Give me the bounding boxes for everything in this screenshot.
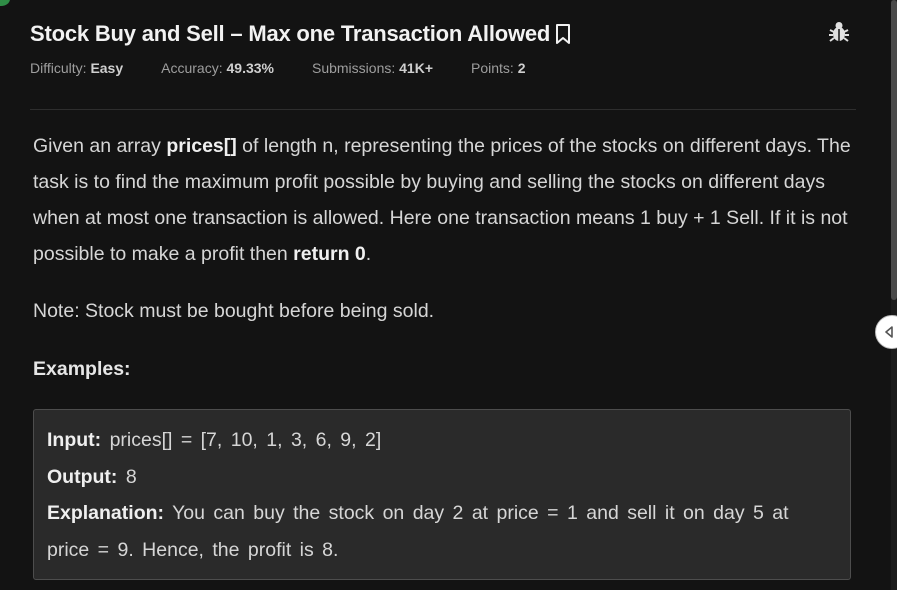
note-text: Note: Stock must be bought before being … (33, 300, 435, 322)
examples-heading: Examples: (33, 358, 131, 380)
brand-dot (0, 0, 10, 6)
difficulty-label: Difficulty: (30, 60, 87, 76)
description-paragraph: Given an array prices[] of length n, rep… (33, 128, 853, 272)
points-value: 2 (517, 60, 526, 76)
scrollbar-thumb[interactable] (891, 0, 897, 300)
desc-text-1: Given an array (33, 135, 167, 157)
desc-text-3: . (365, 243, 372, 265)
desc-bold-prices: prices[] (166, 135, 237, 157)
example-box: Input: prices[] = [7, 10, 1, 3, 6, 9, 2]… (33, 409, 851, 580)
problem-meta: Difficulty: Easy Accuracy: 49.33% Submis… (30, 60, 856, 76)
bookmark-icon[interactable] (554, 23, 572, 45)
submissions-label: Submissions: (311, 60, 396, 76)
desc-bold-return: return 0 (293, 243, 366, 265)
example-explanation: Explanation: You can buy the stock on da… (47, 495, 838, 568)
output-label: Output: (47, 465, 118, 488)
chevron-left-icon[interactable] (875, 315, 897, 349)
example-output: Output: 8 (47, 459, 838, 496)
difficulty-value: Easy (90, 60, 124, 76)
bug-icon[interactable] (828, 20, 850, 49)
submissions: Submissions: 41K+ (312, 60, 433, 76)
accuracy-value: 49.33% (226, 60, 274, 76)
example-input: Input: prices[] = [7, 10, 1, 3, 6, 9, 2] (47, 422, 838, 459)
problem-description: Given an array prices[] of length n, rep… (33, 128, 853, 580)
problem-title: Stock Buy and Sell – Max one Transaction… (30, 21, 551, 46)
problem-header: Stock Buy and Sell – Max one Transaction… (30, 18, 856, 76)
accuracy-label: Accuracy: (161, 60, 223, 76)
explanation-label: Explanation: (47, 502, 165, 524)
points: Points: 2 (471, 60, 526, 76)
header-divider (30, 109, 856, 110)
input-value: prices[] = [7, 10, 1, 3, 6, 9, 2] (109, 429, 382, 451)
difficulty: Difficulty: Easy (30, 60, 123, 76)
accuracy: Accuracy: 49.33% (161, 60, 274, 76)
output-value: 8 (125, 465, 137, 488)
points-label: Points: (471, 60, 514, 76)
submissions-value: 41K+ (399, 60, 433, 76)
input-label: Input: (47, 429, 102, 451)
